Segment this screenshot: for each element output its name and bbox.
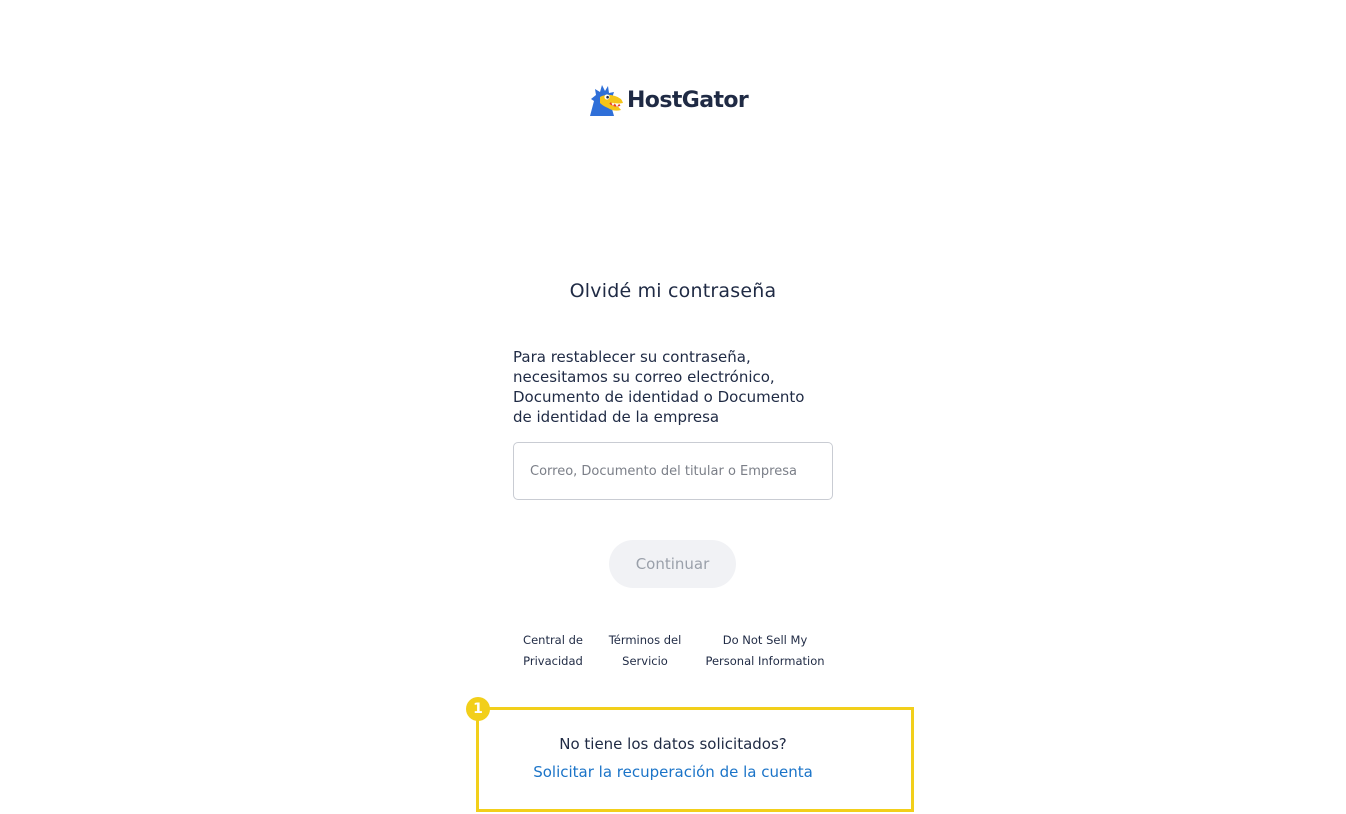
identifier-input[interactable]	[513, 442, 833, 500]
instructions-line: Para restablecer su contraseña,	[513, 348, 751, 366]
instructions-text: Para restablecer su contraseña, necesita…	[513, 347, 833, 427]
account-recovery-link[interactable]: Solicitar la recuperación de la cuenta	[0, 763, 1346, 781]
forgot-password-page: HostGator Olvidé mi contraseña Para rest…	[0, 0, 1346, 814]
link-line: Términos del	[608, 633, 682, 647]
gator-mascot-icon	[590, 85, 623, 116]
brand-name: HostGator	[627, 87, 749, 113]
do-not-sell-link[interactable]: Do Not Sell My Personal Information	[697, 630, 833, 672]
link-line: Personal Information	[705, 654, 825, 668]
link-line: Do Not Sell My	[722, 633, 808, 647]
missing-data-question: No tiene los datos solicitados?	[559, 735, 787, 753]
continue-button[interactable]: Continuar	[609, 540, 736, 588]
instructions-line: necesitamos su correo electrónico,	[513, 368, 775, 386]
account-recovery-highlight-box	[476, 707, 914, 812]
terms-of-service-link[interactable]: Términos del Servicio	[600, 630, 690, 672]
hostgator-logo[interactable]: HostGator	[588, 82, 749, 118]
step-badge: 1	[466, 697, 490, 721]
link-line: Servicio	[622, 654, 668, 668]
page-title: Olvidé mi contraseña	[569, 280, 777, 302]
link-line: Privacidad	[523, 654, 583, 668]
instructions-line: Documento de identidad o Documento	[513, 388, 805, 406]
privacy-center-link[interactable]: Central de Privacidad	[513, 630, 593, 672]
link-line: Central de	[523, 633, 583, 647]
instructions-line: de identidad de la empresa	[513, 408, 720, 426]
